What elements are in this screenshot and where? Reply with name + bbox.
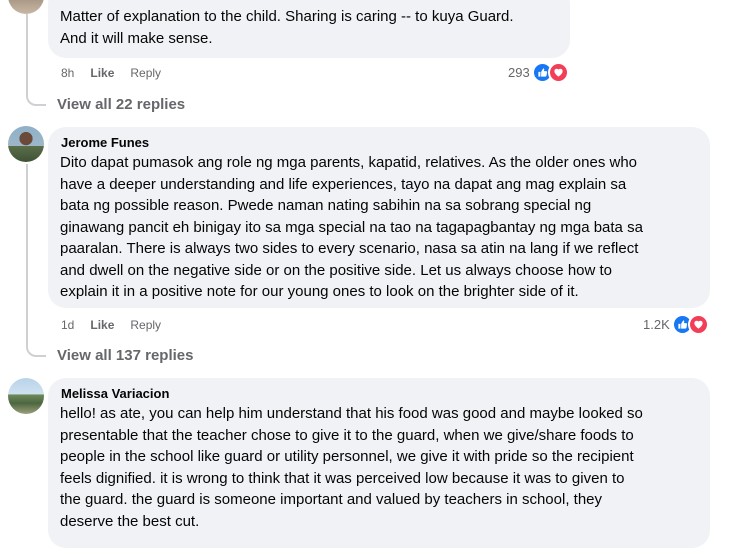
reaction-summary[interactable]: 1.2K [643,314,709,335]
like-button[interactable]: Like [90,65,114,81]
thread-line [26,14,28,94]
comment-author[interactable]: Melissa Variacion [61,386,698,402]
reaction-summary[interactable]: 293 [508,62,569,83]
comment-text-line: deserve the best cut. [60,512,200,530]
reply-button[interactable]: Reply [130,317,161,333]
comment-text: Dito dapat pumasok ang role ng mga paren… [60,152,698,303]
comment-time[interactable]: 8h [61,65,74,81]
comment-actions: 1d Like Reply [61,317,161,333]
comment-text-line: have a deeper understanding and life exp… [60,175,627,193]
comment-text-line: ginawang pancit eh binigay ito sa mga sp… [60,218,643,236]
comment-text-line: and dwell on the negative side or on the… [60,261,613,279]
comment-author[interactable]: Jerome Funes [61,135,698,151]
love-reaction-icon [547,62,569,83]
comment-text-line: the guard. the guard is someone importan… [60,491,602,508]
comment-text-line: presentable that the teacher chose to gi… [60,426,634,444]
comment-text-line: bata ng possible reason. Pwede naman nat… [60,197,592,214]
thread-connector [26,92,46,106]
comment-text-line: paaralan. There is always two sides to e… [60,240,639,257]
comment-text: hello! as ate, you can help him understa… [60,403,698,532]
comment-text-line: Matter of explanation to the child. Shar… [60,8,514,47]
avatar[interactable] [8,126,44,162]
reaction-count: 1.2K [643,317,670,332]
thread-line [26,164,28,344]
view-replies-link[interactable]: View all 22 replies [57,96,185,113]
love-reaction-icon [687,314,709,335]
like-button[interactable]: Like [90,317,114,333]
comment-bubble: Melissa Variacion hello! as ate, you can… [48,378,710,548]
view-replies-link[interactable]: View all 137 replies [57,347,193,364]
comment-bubble: Jerome Funes Dito dapat pumasok ang role… [48,127,710,308]
thread-connector [26,343,46,357]
comment-text-line: people in the school like guard or utili… [60,448,634,465]
avatar[interactable] [8,378,44,414]
comment-bubble: Matter of explanation to the child. Shar… [48,0,570,58]
comment-text-line: feels dignified. it is wrong to think th… [60,469,625,487]
comment-actions: 8h Like Reply [61,65,161,81]
reaction-count: 293 [508,65,530,80]
reply-button[interactable]: Reply [130,65,161,81]
comment-time[interactable]: 1d [61,317,74,333]
comment-text-line: explain it in a positive note for our yo… [60,283,579,300]
avatar[interactable] [8,0,44,14]
comment-text-line: Dito dapat pumasok ang role ng mga paren… [60,154,638,171]
comment-text: Matter of explanation to the child. Shar… [60,6,558,49]
comment-text-line: hello! as ate, you can help him understa… [60,405,643,422]
